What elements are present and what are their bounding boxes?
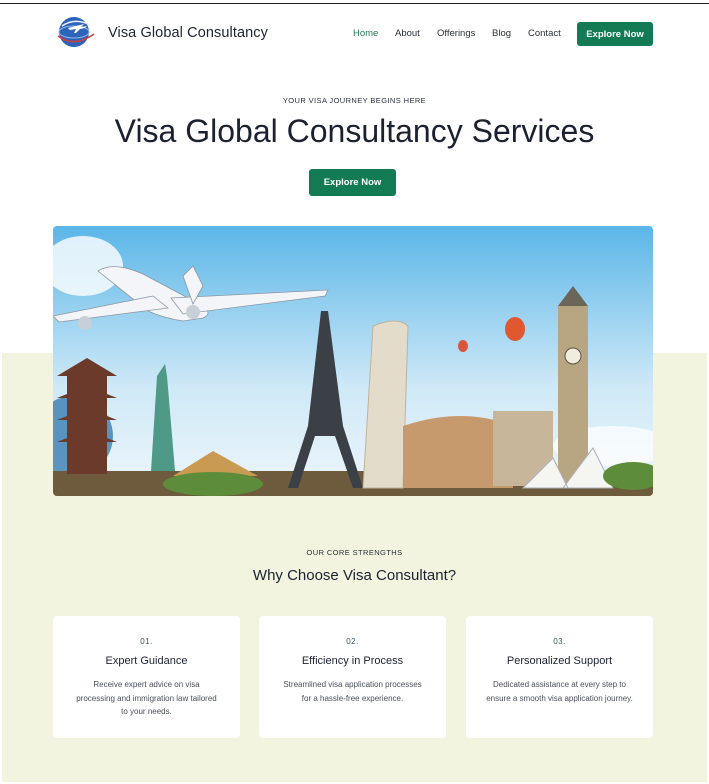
globe-plane-logo-icon[interactable] (54, 14, 96, 50)
strength-card: 03. Personalized Support Dedicated assis… (466, 616, 653, 738)
travel-landmarks-image (53, 226, 653, 496)
nav-about[interactable]: About (395, 28, 420, 39)
strength-card: 01. Expert Guidance Receive expert advic… (53, 616, 240, 738)
header-explore-button[interactable]: Explore Now (577, 22, 653, 46)
nav-blog[interactable]: Blog (492, 28, 511, 39)
nav-offerings[interactable]: Offerings (437, 28, 475, 39)
card-description: Receive expert advice on visa processing… (76, 680, 217, 716)
strength-card: 02. Efficiency in Process Streamlined vi… (259, 616, 446, 738)
card-number: 02. (346, 637, 359, 646)
hero-explore-button[interactable]: Explore Now (309, 169, 396, 196)
card-description: Streamlined visa application processes f… (283, 680, 422, 703)
nav-home[interactable]: Home (353, 28, 378, 39)
brand-name[interactable]: Visa Global Consultancy (108, 25, 268, 41)
hero-eyebrow: YOUR VISA JOURNEY BEGINS HERE (282, 96, 427, 105)
card-number: 03. (553, 637, 566, 646)
card-title: Personalized Support (506, 655, 613, 667)
card-title: Efficiency in Process (301, 655, 404, 667)
card-number: 01. (140, 637, 153, 646)
strengths-title: Why Choose Visa Consultant? (252, 567, 457, 584)
page-title: Visa Global Consultancy Services (114, 113, 595, 149)
card-description: Dedicated assistance at every step to en… (486, 680, 633, 703)
strengths-eyebrow: OUR CORE STRENGTHS (306, 548, 403, 557)
nav-contact[interactable]: Contact (528, 28, 561, 39)
site-header: Visa Global Consultancy Home About Offer… (0, 0, 709, 66)
card-title: Expert Guidance (105, 655, 188, 667)
